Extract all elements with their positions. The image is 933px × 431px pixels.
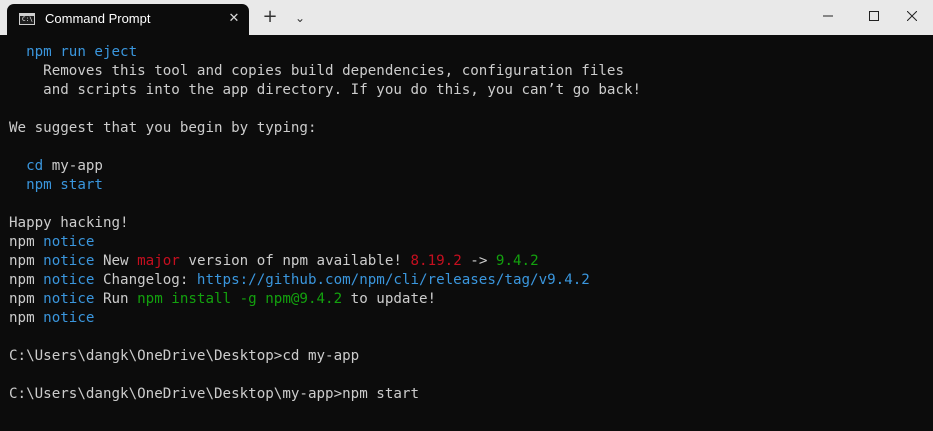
terminal-text: New bbox=[94, 253, 138, 269]
terminal-text: npm start bbox=[26, 177, 103, 193]
terminal-line: npm start bbox=[9, 176, 933, 195]
terminal-text: npm bbox=[9, 253, 44, 269]
tab-command-prompt[interactable]: C:\ Command Prompt ✕ bbox=[7, 4, 249, 35]
tab-title: Command Prompt bbox=[45, 11, 151, 26]
terminal-text: npm bbox=[9, 310, 44, 326]
terminal-text: major bbox=[137, 253, 180, 269]
terminal-line: C:\Users\dangk\OneDrive\Desktop\my-app>n… bbox=[9, 385, 933, 404]
terminal-text: Happy hacking! bbox=[9, 215, 129, 231]
close-tab-icon[interactable]: ✕ bbox=[225, 10, 243, 28]
terminal-text: cd bbox=[26, 158, 44, 174]
chevron-down-icon[interactable]: ⌄ bbox=[290, 8, 310, 28]
terminal-text: npm run eject bbox=[26, 44, 138, 60]
terminal-line: Happy hacking! bbox=[9, 214, 933, 233]
command-prompt-icon-glyph: C:\ bbox=[22, 16, 33, 23]
terminal-text: C:\Users\dangk\OneDrive\Desktop>cd my-ap… bbox=[9, 348, 360, 364]
terminal-text: version of npm available! bbox=[179, 253, 411, 269]
terminal-text: Changelog: bbox=[94, 272, 197, 288]
new-tab-button[interactable]: + bbox=[260, 7, 280, 27]
terminal-line: We suggest that you begin by typing: bbox=[9, 119, 933, 138]
terminal-text: notice bbox=[43, 253, 95, 269]
terminal-line: npm notice Run npm install -g npm@9.4.2 … bbox=[9, 290, 933, 309]
terminal-text: and scripts into the app directory. If y… bbox=[9, 82, 642, 98]
terminal-line: npm notice Changelog: https://github.com… bbox=[9, 271, 933, 290]
terminal-text: Removes this tool and copies build depen… bbox=[9, 63, 624, 79]
terminal-line: C:\Users\dangk\OneDrive\Desktop>cd my-ap… bbox=[9, 347, 933, 366]
terminal-text: C:\Users\dangk\OneDrive\Desktop\my-app>n… bbox=[9, 386, 419, 402]
terminal-line: cd my-app bbox=[9, 157, 933, 176]
terminal-output[interactable]: npm run eject Removes this tool and copi… bbox=[0, 35, 933, 431]
terminal-text: We suggest that you begin by typing: bbox=[9, 120, 317, 136]
terminal-text: notice bbox=[43, 310, 95, 326]
terminal-line: Removes this tool and copies build depen… bbox=[9, 62, 933, 81]
terminal-line: npm notice bbox=[9, 233, 933, 252]
terminal-text: my-app bbox=[43, 158, 103, 174]
command-prompt-icon: C:\ bbox=[19, 13, 35, 25]
minimize-icon bbox=[823, 15, 833, 17]
terminal-text: npm bbox=[9, 291, 44, 307]
minimize-button[interactable] bbox=[805, 0, 851, 32]
maximize-icon bbox=[869, 11, 879, 21]
terminal-text: notice bbox=[43, 234, 95, 250]
terminal-line: npm notice bbox=[9, 309, 933, 328]
terminal-text: to update! bbox=[342, 291, 437, 307]
terminal-line: and scripts into the app directory. If y… bbox=[9, 81, 933, 100]
terminal-text: -> bbox=[461, 253, 496, 269]
terminal-text: https://github.com/npm/cli/releases/tag/… bbox=[196, 272, 590, 288]
terminal-window: C:\ Command Prompt ✕ + ⌄ npm run eject R… bbox=[0, 0, 933, 431]
terminal-text: 9.4.2 bbox=[495, 253, 539, 269]
terminal-text: npm install -g npm@9.4.2 bbox=[137, 291, 343, 307]
terminal-text: Run bbox=[94, 291, 138, 307]
title-bar[interactable]: C:\ Command Prompt ✕ + ⌄ bbox=[0, 0, 933, 35]
terminal-text: 8.19.2 bbox=[410, 253, 462, 269]
terminal-text: npm bbox=[9, 272, 44, 288]
terminal-line: npm run eject bbox=[9, 43, 933, 62]
terminal-text: notice bbox=[43, 272, 95, 288]
close-icon bbox=[907, 11, 917, 21]
terminal-text: npm bbox=[9, 234, 44, 250]
close-window-button[interactable] bbox=[889, 0, 933, 32]
terminal-line: npm notice New major version of npm avai… bbox=[9, 252, 933, 271]
terminal-text: notice bbox=[43, 291, 95, 307]
